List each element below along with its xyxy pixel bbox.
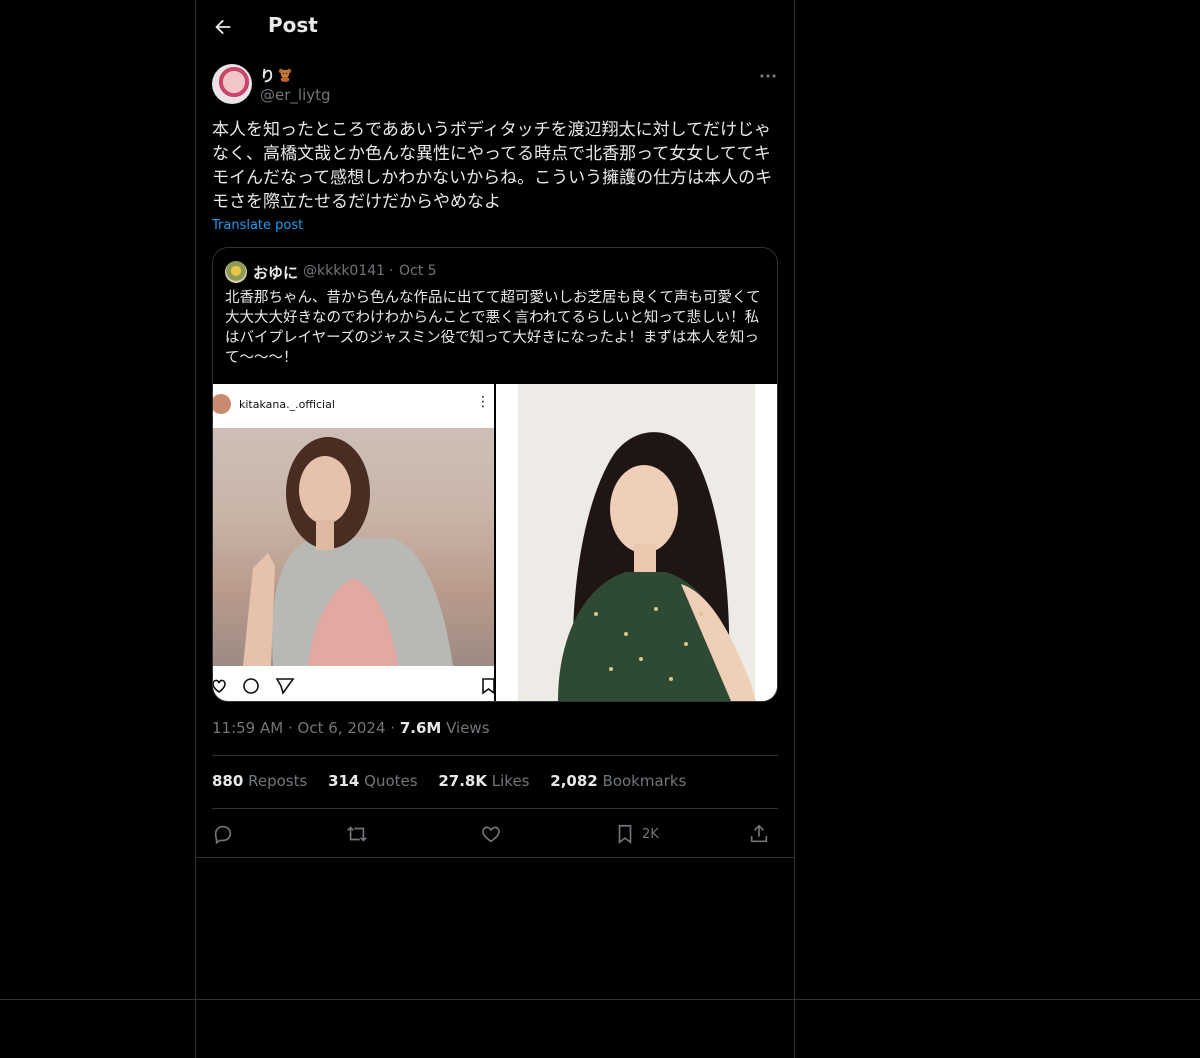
bookmarks-count: 2,082 <box>550 772 598 790</box>
post-timestamp: 11:59 AM · Oct 6, 2024 · 7.6M Views <box>212 719 490 737</box>
translate-post-link[interactable]: Translate post <box>212 218 303 233</box>
reply-button[interactable] <box>212 822 234 846</box>
share-button[interactable] <box>748 822 770 846</box>
footer-divider <box>0 999 1200 1000</box>
quoted-avatar <box>225 261 247 283</box>
quoted-post[interactable]: おゆに @kkkk0141 · Oct 5 北香那ちゃん、昔から色んな作品に出て… <box>212 247 778 702</box>
quotes-stat[interactable]: 314 Quotes <box>328 772 418 790</box>
media-image-right[interactable] <box>496 384 777 701</box>
reposts-label: Reposts <box>248 772 308 790</box>
post-stats: 880 Reposts 314 Quotes 27.8K Likes 2,082… <box>212 772 702 790</box>
more-icon[interactable] <box>758 68 778 82</box>
repost-button[interactable] <box>346 822 368 846</box>
quoted-author-handle: @kkkk0141 <box>303 263 386 279</box>
divider <box>212 808 778 809</box>
like-button[interactable] <box>480 822 502 846</box>
views-count[interactable]: 7.6M <box>400 719 442 737</box>
likes-label: Likes <box>491 772 530 790</box>
post-time[interactable]: 11:59 AM <box>212 719 283 737</box>
bookmark-button[interactable]: 2K <box>614 822 659 846</box>
post-text: 本人を知ったところでああいうボディタッチを渡辺翔太に対してだけじゃなく、高橋文哉… <box>212 120 773 212</box>
likes-count: 27.8K <box>438 772 487 790</box>
repost-icon <box>347 826 367 842</box>
action-bar: 2K <box>212 820 778 848</box>
ig-more-icon: ⋮ <box>476 394 490 410</box>
quoted-media: kitakana._.official ⋮ <box>213 384 777 701</box>
quoted-text: 北香那ちゃん、昔から色んな作品に出てて超可愛いしお芝居も良くて声も可愛くて大大大… <box>225 290 761 366</box>
main-column: Post り @er_liytg 本人を知ったところでああいうボディタッチを渡辺… <box>195 0 795 858</box>
bookmark-icon <box>618 824 632 844</box>
separator-dot: · <box>287 719 298 737</box>
avatar[interactable] <box>212 64 252 104</box>
ig-avatar <box>213 394 231 414</box>
ig-username: kitakana._.official <box>239 398 335 411</box>
reposts-stat[interactable]: 880 Reposts <box>212 772 307 790</box>
likes-stat[interactable]: 27.8K Likes <box>438 772 529 790</box>
post-author: り @er_liytg <box>212 64 778 108</box>
views-label: Views <box>446 719 490 737</box>
ig-actions-bar <box>213 676 494 696</box>
share-icon <box>750 824 768 843</box>
divider <box>212 755 778 756</box>
bookmark-count: 2K <box>642 826 659 842</box>
reposts-count: 880 <box>212 772 244 790</box>
author-handle[interactable]: @er_liytg <box>260 86 331 104</box>
separator-dot: · <box>390 719 400 737</box>
author-name-text: り <box>260 67 276 85</box>
page-header: Post <box>196 0 794 53</box>
media-image-left[interactable]: kitakana._.official ⋮ <box>213 384 494 701</box>
main-column-empty <box>195 857 795 1058</box>
portrait-photo <box>213 428 494 666</box>
quotes-label: Quotes <box>364 772 418 790</box>
page-title: Post <box>268 13 318 37</box>
quotes-count: 314 <box>328 772 360 790</box>
separator-dot: · <box>389 263 394 279</box>
like-icon <box>482 826 500 843</box>
reply-icon <box>214 825 232 845</box>
teddy-bear-emoji <box>278 68 292 82</box>
quoted-author-name: おゆに <box>253 264 299 282</box>
author-display-name[interactable]: り <box>260 65 292 86</box>
bookmarks-label: Bookmarks <box>602 772 687 790</box>
back-arrow-icon[interactable] <box>212 16 234 38</box>
bookmarks-stat[interactable]: 2,082 Bookmarks <box>550 772 686 790</box>
post-date[interactable]: Oct 6, 2024 <box>298 719 386 737</box>
quoted-date: Oct 5 <box>399 263 437 279</box>
